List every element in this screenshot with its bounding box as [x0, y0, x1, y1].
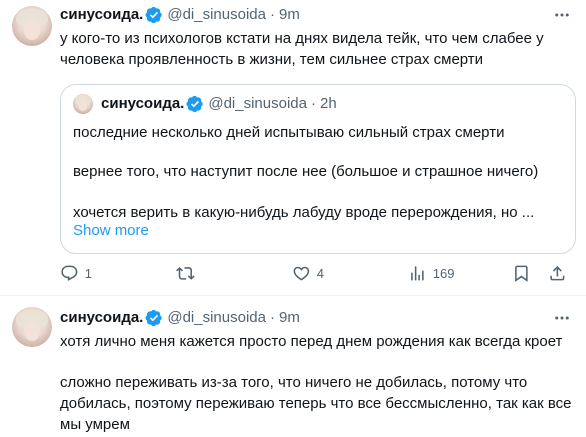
- more-icon[interactable]: [552, 308, 572, 328]
- reply-count: 1: [84, 265, 92, 281]
- retweet-icon: [176, 267, 195, 280]
- tweet-text-line: добилась, поэтому переживаю теперь что в…: [60, 395, 572, 412]
- tweet[interactable]: синусоида. @di_sinusoida · 9m у кого-то …: [0, 0, 586, 296]
- like-icon: [293, 266, 310, 281]
- timestamp[interactable]: 9m: [279, 308, 300, 328]
- timestamp[interactable]: 9m: [279, 5, 300, 25]
- avatar[interactable]: [12, 6, 52, 46]
- retweet-button[interactable]: [176, 264, 201, 283]
- share-icon: [550, 266, 565, 281]
- quote-text-line: хочется верить в какую-нибудь лабуду вро…: [73, 204, 535, 221]
- quote-avatar: [73, 94, 93, 114]
- author-handle[interactable]: @di_sinusoida: [167, 308, 266, 328]
- tweet-text-line: человека проявленность в жизни, тем силь…: [60, 51, 484, 68]
- share-button[interactable]: [548, 264, 567, 283]
- quote-timestamp: 2h: [319, 95, 337, 112]
- author-name[interactable]: синусоида.: [60, 308, 143, 328]
- separator-dot: ·: [269, 6, 275, 23]
- action-bar: 1 4 169: [60, 264, 570, 286]
- tweet-text-line: хотя лично меня кажется просто перед дне…: [60, 333, 563, 350]
- like-button[interactable]: 4: [292, 264, 324, 283]
- author-handle[interactable]: @di_sinusoida: [167, 5, 266, 25]
- like-count: 4: [316, 265, 324, 281]
- views-button[interactable]: 169: [408, 264, 454, 283]
- quote-author-handle: @di_sinusoida: [208, 95, 307, 112]
- bookmark-button[interactable]: [512, 264, 531, 283]
- bookmark-icon: [515, 265, 528, 282]
- views-count: 169: [432, 265, 455, 281]
- quote-header: синусоида. @di_sinusoida · 2h: [101, 94, 337, 114]
- quote-author-name: синусоида.: [101, 95, 185, 112]
- quote-text-line: последние несколько дней испытываю сильн…: [73, 124, 505, 141]
- tweet[interactable]: синусоида. @di_sinusoida · 9m хотя лично…: [0, 297, 586, 437]
- author-name[interactable]: синусоида.: [60, 5, 143, 25]
- views-icon: [411, 266, 424, 281]
- tweet-text-line: мы умрем: [60, 416, 130, 433]
- verified-badge-icon: [145, 309, 163, 327]
- tweet-text-line: сложно переживать из-за того, что ничего…: [60, 374, 528, 391]
- tweet-header: синусоида. @di_sinusoida · 9m: [60, 5, 300, 25]
- reply-icon: [61, 265, 78, 281]
- separator-dot: ·: [269, 309, 275, 326]
- quoted-tweet[interactable]: синусоида. @di_sinusoida · 2h последние …: [60, 84, 576, 254]
- tweet-header: синусоида. @di_sinusoida · 9m: [60, 308, 300, 328]
- show-more-link[interactable]: Show more: [73, 222, 149, 239]
- reply-button[interactable]: 1: [60, 264, 92, 283]
- tweet-text-line: у кого-то из психологов кстати на днях в…: [60, 30, 544, 47]
- separator-dot: ·: [310, 95, 316, 112]
- more-icon[interactable]: [552, 5, 572, 25]
- quote-text-line: вернее того, что наступит после нее (бол…: [73, 163, 539, 180]
- avatar[interactable]: [12, 307, 52, 347]
- verified-badge-icon: [186, 95, 204, 113]
- verified-badge-icon: [145, 6, 163, 24]
